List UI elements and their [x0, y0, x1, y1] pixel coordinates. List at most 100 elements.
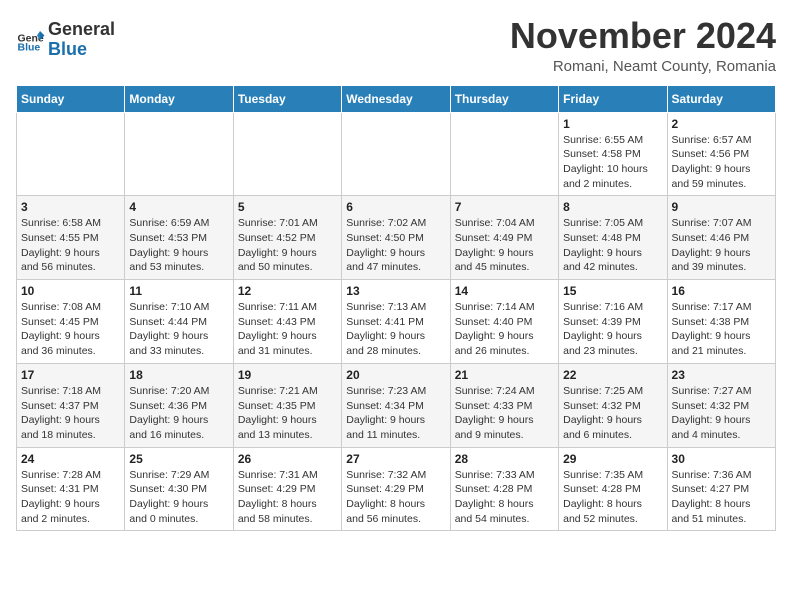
calendar-cell	[17, 112, 125, 196]
day-info: Sunrise: 6:57 AM Sunset: 4:56 PM Dayligh…	[672, 133, 771, 192]
calendar-cell	[342, 112, 450, 196]
day-number: 20	[346, 368, 445, 382]
calendar-cell: 2Sunrise: 6:57 AM Sunset: 4:56 PM Daylig…	[667, 112, 775, 196]
day-info: Sunrise: 7:10 AM Sunset: 4:44 PM Dayligh…	[129, 300, 228, 359]
day-number: 4	[129, 200, 228, 214]
day-info: Sunrise: 7:14 AM Sunset: 4:40 PM Dayligh…	[455, 300, 554, 359]
calendar-cell: 13Sunrise: 7:13 AM Sunset: 4:41 PM Dayli…	[342, 280, 450, 364]
calendar-cell	[450, 112, 558, 196]
weekday-header-tuesday: Tuesday	[233, 85, 341, 112]
calendar-cell: 22 Sunrise: 7:25 AM Sunset: 4:32 PM Dayli…	[559, 363, 667, 447]
calendar-cell: 16 Sunrise: 7:17 AM Sunset: 4:38 PM Dayli…	[667, 280, 775, 364]
calendar-cell: 8 Sunrise: 7:05 AM Sunset: 4:48 PM Daylig…	[559, 196, 667, 280]
day-number: 18	[129, 368, 228, 382]
day-number: 24	[21, 452, 120, 466]
day-number: 8	[563, 200, 662, 214]
calendar-week-1: 1 Sunrise: 6:55 AM Sunset: 4:58 PM Daylig…	[17, 112, 776, 196]
weekday-header-thursday: Thursday	[450, 85, 558, 112]
day-number: 15	[563, 284, 662, 298]
calendar-cell	[125, 112, 233, 196]
calendar-week-3: 10Sunrise: 7:08 AM Sunset: 4:45 PM Dayli…	[17, 280, 776, 364]
day-info: Sunrise: 6:58 AM Sunset: 4:55 PM Dayligh…	[21, 216, 120, 275]
day-info: Sunrise: 7:32 AM Sunset: 4:29 PM Dayligh…	[346, 468, 445, 527]
day-number: 29	[563, 452, 662, 466]
calendar-header: SundayMondayTuesdayWednesdayThursdayFrid…	[17, 85, 776, 112]
day-number: 1	[563, 117, 662, 131]
day-number: 9	[672, 200, 771, 214]
calendar-cell: 9 Sunrise: 7:07 AM Sunset: 4:46 PM Daylig…	[667, 196, 775, 280]
day-info: Sunrise: 7:01 AM Sunset: 4:52 PM Dayligh…	[238, 216, 337, 275]
location-text: Romani, Neamt County, Romania	[510, 58, 776, 75]
day-info: Sunrise: 7:04 AM Sunset: 4:49 PM Dayligh…	[455, 216, 554, 275]
day-info: Sunrise: 6:55 AM Sunset: 4:58 PM Dayligh…	[563, 133, 662, 192]
calendar-cell	[233, 112, 341, 196]
day-number: 11	[129, 284, 228, 298]
day-info: Sunrise: 7:02 AM Sunset: 4:50 PM Dayligh…	[346, 216, 445, 275]
day-info: Sunrise: 7:07 AM Sunset: 4:46 PM Dayligh…	[672, 216, 771, 275]
day-number: 12	[238, 284, 337, 298]
day-number: 6	[346, 200, 445, 214]
day-info: Sunrise: 7:21 AM Sunset: 4:35 PM Dayligh…	[238, 384, 337, 443]
calendar-cell: 20Sunrise: 7:23 AM Sunset: 4:34 PM Dayli…	[342, 363, 450, 447]
calendar-cell: 23 Sunrise: 7:27 AM Sunset: 4:32 PM Dayli…	[667, 363, 775, 447]
day-info: Sunrise: 7:11 AM Sunset: 4:43 PM Dayligh…	[238, 300, 337, 359]
weekday-header-friday: Friday	[559, 85, 667, 112]
day-info: Sunrise: 7:25 AM Sunset: 4:32 PM Dayligh…	[563, 384, 662, 443]
logo-blue-text: Blue	[48, 39, 87, 59]
logo-general-text: General	[48, 19, 115, 39]
day-number: 23	[672, 368, 771, 382]
day-number: 26	[238, 452, 337, 466]
calendar-cell: 7 Sunrise: 7:04 AM Sunset: 4:49 PM Daylig…	[450, 196, 558, 280]
day-info: Sunrise: 7:33 AM Sunset: 4:28 PM Dayligh…	[455, 468, 554, 527]
weekday-header-wednesday: Wednesday	[342, 85, 450, 112]
calendar-cell: 4Sunrise: 6:59 AM Sunset: 4:53 PM Daylig…	[125, 196, 233, 280]
calendar-cell: 14Sunrise: 7:14 AM Sunset: 4:40 PM Dayli…	[450, 280, 558, 364]
calendar-cell: 15 Sunrise: 7:16 AM Sunset: 4:39 PM Dayli…	[559, 280, 667, 364]
calendar-cell: 25 Sunrise: 7:29 AM Sunset: 4:30 PM Dayli…	[125, 447, 233, 531]
calendar-cell: 19 Sunrise: 7:21 AM Sunset: 4:35 PM Dayli…	[233, 363, 341, 447]
day-number: 21	[455, 368, 554, 382]
month-title: November 2024	[510, 16, 776, 56]
calendar-cell: 24 Sunrise: 7:28 AM Sunset: 4:31 PM Dayli…	[17, 447, 125, 531]
calendar-cell: 29Sunrise: 7:35 AM Sunset: 4:28 PM Dayli…	[559, 447, 667, 531]
calendar-cell: 5Sunrise: 7:01 AM Sunset: 4:52 PM Daylig…	[233, 196, 341, 280]
day-info: Sunrise: 7:24 AM Sunset: 4:33 PM Dayligh…	[455, 384, 554, 443]
calendar-cell: 28Sunrise: 7:33 AM Sunset: 4:28 PM Dayli…	[450, 447, 558, 531]
calendar-week-4: 17Sunrise: 7:18 AM Sunset: 4:37 PM Dayli…	[17, 363, 776, 447]
calendar-cell: 18Sunrise: 7:20 AM Sunset: 4:36 PM Dayli…	[125, 363, 233, 447]
calendar-cell: 11 Sunrise: 7:10 AM Sunset: 4:44 PM Dayli…	[125, 280, 233, 364]
calendar-cell: 6 Sunrise: 7:02 AM Sunset: 4:50 PM Daylig…	[342, 196, 450, 280]
day-info: Sunrise: 7:31 AM Sunset: 4:29 PM Dayligh…	[238, 468, 337, 527]
day-info: Sunrise: 7:18 AM Sunset: 4:37 PM Dayligh…	[21, 384, 120, 443]
day-number: 16	[672, 284, 771, 298]
calendar-week-5: 24 Sunrise: 7:28 AM Sunset: 4:31 PM Dayli…	[17, 447, 776, 531]
calendar-cell: 10Sunrise: 7:08 AM Sunset: 4:45 PM Dayli…	[17, 280, 125, 364]
day-number: 3	[21, 200, 120, 214]
day-info: Sunrise: 7:27 AM Sunset: 4:32 PM Dayligh…	[672, 384, 771, 443]
day-info: Sunrise: 7:36 AM Sunset: 4:27 PM Dayligh…	[672, 468, 771, 527]
calendar-cell: 3 Sunrise: 6:58 AM Sunset: 4:55 PM Daylig…	[17, 196, 125, 280]
day-info: Sunrise: 7:05 AM Sunset: 4:48 PM Dayligh…	[563, 216, 662, 275]
day-number: 25	[129, 452, 228, 466]
day-number: 10	[21, 284, 120, 298]
title-block: November 2024 Romani, Neamt County, Roma…	[510, 16, 776, 75]
day-info: Sunrise: 7:28 AM Sunset: 4:31 PM Dayligh…	[21, 468, 120, 527]
weekday-header-sunday: Sunday	[17, 85, 125, 112]
weekday-header-monday: Monday	[125, 85, 233, 112]
page-header: Gene Blue General Blue November 2024 Rom…	[16, 16, 776, 75]
day-number: 30	[672, 452, 771, 466]
calendar-cell: 12 Sunrise: 7:11 AM Sunset: 4:43 PM Dayli…	[233, 280, 341, 364]
calendar-cell: 21 Sunrise: 7:24 AM Sunset: 4:33 PM Dayli…	[450, 363, 558, 447]
weekday-header-row: SundayMondayTuesdayWednesdayThursdayFrid…	[17, 85, 776, 112]
svg-text:Blue: Blue	[18, 41, 41, 53]
day-number: 19	[238, 368, 337, 382]
calendar-table: SundayMondayTuesdayWednesdayThursdayFrid…	[16, 85, 776, 532]
day-info: Sunrise: 7:29 AM Sunset: 4:30 PM Dayligh…	[129, 468, 228, 527]
calendar-week-2: 3 Sunrise: 6:58 AM Sunset: 4:55 PM Daylig…	[17, 196, 776, 280]
day-number: 7	[455, 200, 554, 214]
logo: Gene Blue General Blue	[16, 20, 115, 60]
calendar-cell: 27Sunrise: 7:32 AM Sunset: 4:29 PM Dayli…	[342, 447, 450, 531]
day-info: Sunrise: 7:16 AM Sunset: 4:39 PM Dayligh…	[563, 300, 662, 359]
day-number: 22	[563, 368, 662, 382]
day-info: Sunrise: 7:17 AM Sunset: 4:38 PM Dayligh…	[672, 300, 771, 359]
